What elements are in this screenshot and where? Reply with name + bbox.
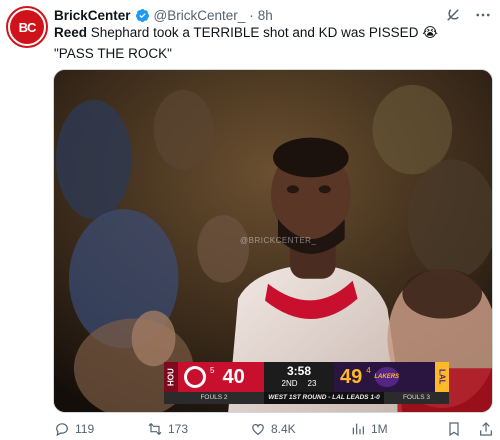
home-team-panel: HOU 5 40 [164,362,264,392]
reply-button[interactable]: 119 [54,421,94,437]
tweet-card: BC BrickCenter @BrickCenter_ · 8h Reed S… [0,0,500,440]
shot-clock: 23 [307,379,317,388]
reply-icon [56,423,68,437]
header-actions [444,6,492,24]
video-watermark: @BRICKCENTER_ [240,236,317,245]
views-bar-chart-icon [352,423,364,435]
scorebug-bottom-row: FOULS 2 WEST 1ST ROUND - LAL LEADS 1-0 F… [164,392,449,404]
away-seed: 4 [366,366,371,375]
away-team-tag: LAL [435,362,449,392]
scorebug-main-row: HOU 5 40 3:58 2ND 23 49 4 LAKERS LAL [164,362,449,392]
like-count: 8.4K [271,422,296,436]
home-score: 40 [222,365,245,388]
away-score: 49 [340,365,363,388]
author-handle[interactable]: @BrickCenter_ [154,8,246,23]
lakers-logo-text: LAKERS [374,374,400,380]
avatar[interactable]: BC [6,6,48,48]
verified-badge-icon [135,8,149,22]
home-team-tag: HOU [164,362,178,392]
bookmark-icon [449,422,459,437]
reply-count: 119 [75,422,95,436]
game-clock: 3:58 [286,364,312,378]
more-options-icon[interactable] [474,6,492,24]
author-name[interactable]: BrickCenter [54,8,131,23]
heart-icon [252,423,264,436]
away-team-panel: 49 4 LAKERS LAL [334,362,449,392]
away-fouls: FOULS 3 [384,392,449,404]
share-icon [480,422,492,436]
repost-icon [148,422,162,436]
views-count: 1M [371,422,388,436]
tweet-action-bar: 119 173 8.4K 1M [54,420,494,438]
tweet-text-bold: Reed [54,25,88,40]
clock-sub-row: 2ND 23 [264,379,334,388]
tweet-header: BrickCenter @BrickCenter_ · 8h [54,6,273,24]
scorebug: HOU 5 40 3:58 2ND 23 49 4 LAKERS LAL FOU… [164,362,449,406]
repost-button[interactable]: 173 [147,421,188,437]
series-status: WEST 1ST ROUND - LAL LEADS 1-0 [264,392,384,404]
quarter-label: 2ND [281,379,298,388]
bookmark-button[interactable] [446,421,462,437]
rockets-logo-icon [184,366,206,388]
tweet-text-rest: Shephard took a TERRIBLE shot and KD was… [87,25,438,40]
tweet-quote-line: "PASS THE ROCK" [54,46,172,61]
views-button[interactable]: 1M [350,421,388,437]
separator-dot: · [249,7,254,23]
home-seed: 5 [210,366,215,375]
repost-count: 173 [168,422,189,436]
tweet-text: Reed Shephard took a TERRIBLE shot and K… [54,24,484,41]
lakers-logo-icon: LAKERS [374,367,400,387]
share-button[interactable] [478,421,494,437]
game-clock-panel: 3:58 2ND 23 [264,362,334,392]
timestamp[interactable]: 8h [258,8,273,23]
grok-icon[interactable] [444,6,462,24]
like-button[interactable]: 8.4K [250,421,296,437]
home-fouls: FOULS 2 [164,392,264,404]
tweet-media-image[interactable]: @BRICKCENTER_ HOU 5 40 3:58 2ND 23 49 4 … [53,69,493,413]
avatar-logo: BC [10,10,44,44]
